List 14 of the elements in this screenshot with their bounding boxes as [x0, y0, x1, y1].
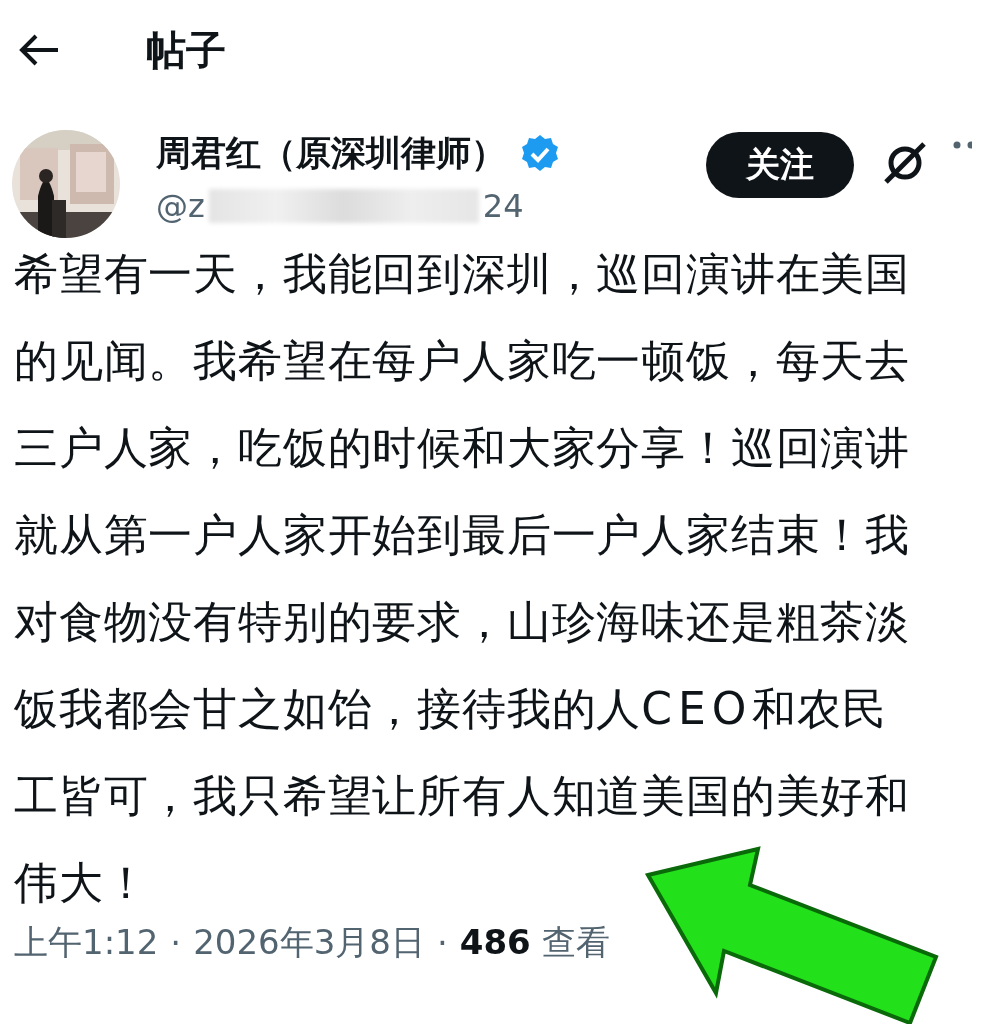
- follow-button[interactable]: 关注: [706, 132, 854, 198]
- slashed-circle-icon[interactable]: [882, 140, 928, 186]
- more-icon[interactable]: [952, 140, 972, 150]
- view-count: 486 查看: [459, 921, 610, 964]
- back-icon[interactable]: [18, 34, 60, 66]
- author-handle: @z: [156, 187, 205, 225]
- author-handle: 24: [482, 187, 524, 225]
- post-date: 2026年3月8日: [193, 921, 425, 964]
- post-text: 希望有一天，我能回到深圳，巡回演讲在美国的见闻。我希望在每户人家吃一顿饭，每天去三户人家，吃饭的时候和大家分享！巡回演讲就从第一户人家开始到最后一户人家结束！我对食物没有特别的要求，山珍海味还是粗茶淡饭我都会甘之如饴，接待我的人CEO和农民工皆可，我只希望让所有人知道美国的美好和伟大！: [13, 247, 911, 910]
- separator-dot: ·: [170, 923, 182, 963]
- page-title: 帖子: [146, 25, 226, 75]
- post-time: 上午1:12: [14, 921, 159, 964]
- separator-dot: ·: [436, 923, 448, 963]
- author-name[interactable]: 周君红（原深圳律师）: [156, 130, 506, 177]
